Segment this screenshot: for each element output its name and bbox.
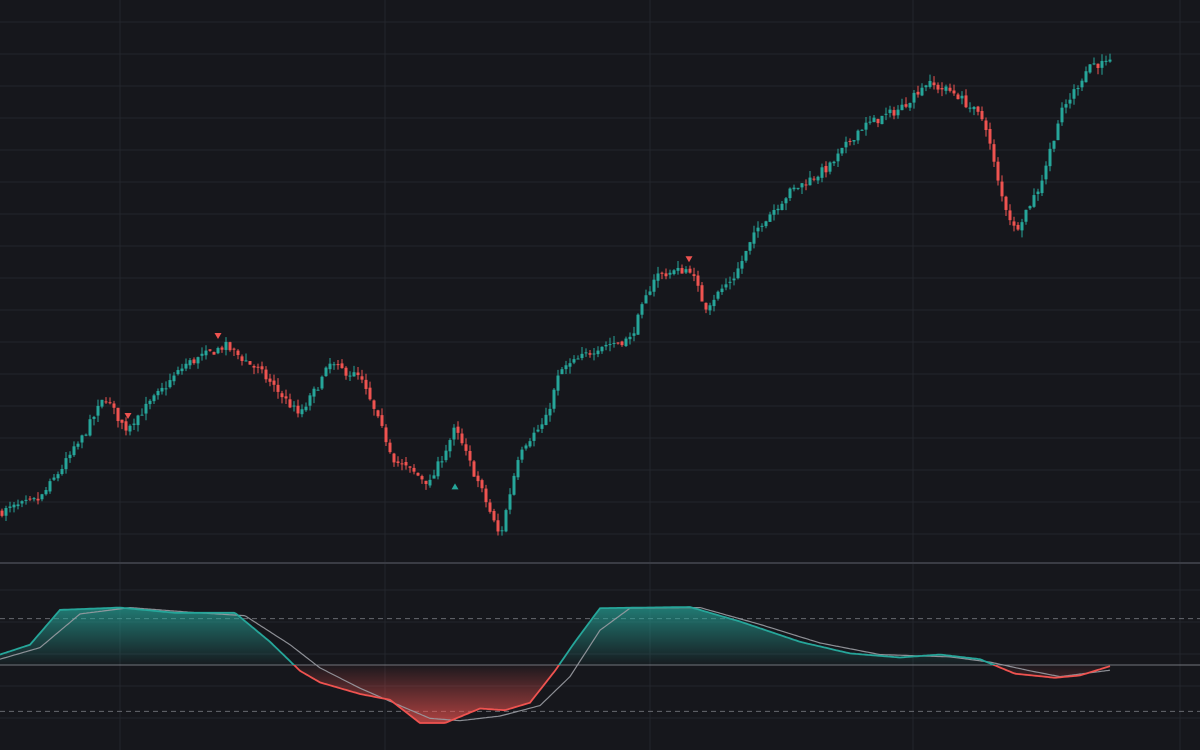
candle	[472, 460, 476, 477]
candle	[416, 472, 420, 477]
candle	[636, 313, 640, 335]
candle	[324, 366, 328, 377]
candle	[248, 361, 252, 365]
candle	[880, 115, 884, 125]
candle	[1088, 64, 1092, 74]
candle	[320, 375, 324, 390]
candle	[512, 473, 516, 496]
candle	[504, 508, 508, 533]
candle	[516, 456, 520, 480]
chart-container	[0, 0, 1200, 750]
chart-svg	[0, 0, 1200, 750]
